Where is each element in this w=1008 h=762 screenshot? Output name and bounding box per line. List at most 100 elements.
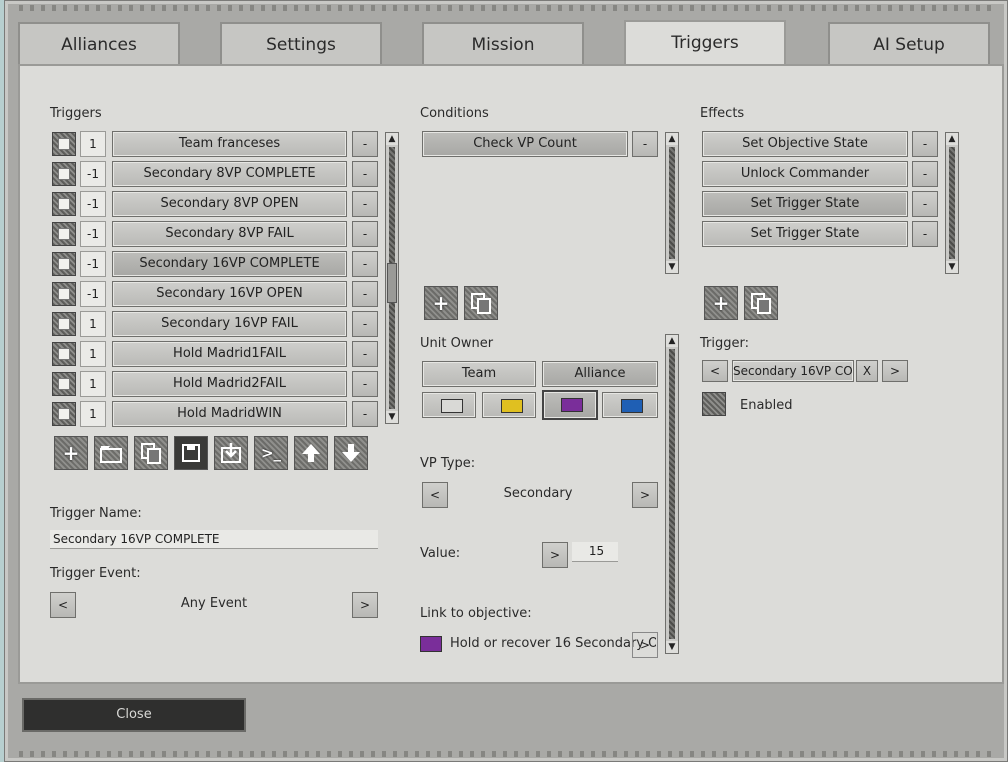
copy-condition-icon[interactable] bbox=[464, 286, 498, 320]
condition-detail-scrollbar[interactable]: ▲ ▼ bbox=[665, 334, 679, 654]
trigger-row-checkbox[interactable] bbox=[52, 372, 76, 396]
color-option-purple[interactable] bbox=[542, 390, 598, 420]
trigger-list-scrollbar[interactable]: ▲ ▼ bbox=[385, 132, 399, 424]
trigger-remove-button[interactable]: - bbox=[352, 281, 378, 307]
trigger-row-count: 1 bbox=[80, 131, 106, 157]
color-option-white[interactable] bbox=[422, 392, 476, 418]
trigger-event-prev-button[interactable]: < bbox=[50, 592, 76, 618]
trigger-row-checkbox[interactable] bbox=[52, 192, 76, 216]
owner-alliance-button[interactable]: Alliance bbox=[542, 361, 658, 387]
effect-trigger-next-button[interactable]: > bbox=[882, 360, 908, 382]
checkbox-box bbox=[58, 168, 70, 180]
trigger-row-count: 1 bbox=[80, 311, 106, 337]
color-option-blue[interactable] bbox=[602, 392, 658, 418]
effects-scrollbar[interactable]: ▲ ▼ bbox=[945, 132, 959, 274]
trigger-row-checkbox[interactable] bbox=[52, 252, 76, 276]
save-icon[interactable] bbox=[174, 436, 208, 470]
close-button[interactable]: Close bbox=[22, 698, 246, 732]
scroll-down-icon[interactable]: ▼ bbox=[386, 411, 398, 423]
copy-effect-icon[interactable] bbox=[744, 286, 778, 320]
value-input[interactable]: 15 bbox=[572, 542, 618, 562]
add-effect-icon[interactable]: + bbox=[704, 286, 738, 320]
tab-triggers[interactable]: Triggers bbox=[624, 20, 786, 66]
scroll-up-icon[interactable]: ▲ bbox=[946, 133, 958, 145]
trigger-row[interactable]: Secondary 8VP OPEN bbox=[112, 191, 347, 217]
effect-remove-button[interactable]: - bbox=[912, 131, 938, 157]
scroll-track[interactable] bbox=[949, 147, 955, 259]
console-icon[interactable]: >_ bbox=[254, 436, 288, 470]
effect-remove-button[interactable]: - bbox=[912, 161, 938, 187]
tab-mission[interactable]: Mission bbox=[422, 22, 584, 64]
trigger-row[interactable]: Secondary 8VP COMPLETE bbox=[112, 161, 347, 187]
effect-item[interactable]: Unlock Commander bbox=[702, 161, 908, 187]
scroll-track[interactable] bbox=[669, 349, 675, 639]
scroll-up-icon[interactable]: ▲ bbox=[666, 335, 678, 347]
effect-trigger-prev-button[interactable]: < bbox=[702, 360, 728, 382]
trigger-remove-button[interactable]: - bbox=[352, 311, 378, 337]
effect-remove-button[interactable]: - bbox=[912, 191, 938, 217]
color-option-yellow[interactable] bbox=[482, 392, 536, 418]
trigger-event-label: Trigger Event: bbox=[50, 566, 141, 581]
enabled-label: Enabled bbox=[740, 398, 793, 413]
trigger-row-checkbox[interactable] bbox=[52, 342, 76, 366]
tab-alliances[interactable]: Alliances bbox=[18, 22, 180, 64]
trigger-remove-button[interactable]: - bbox=[352, 401, 378, 427]
scroll-track[interactable] bbox=[669, 147, 675, 259]
effect-item[interactable]: Set Objective State bbox=[702, 131, 908, 157]
tab-settings[interactable]: Settings bbox=[220, 22, 382, 64]
trigger-row[interactable]: Secondary 16VP FAIL bbox=[112, 311, 347, 337]
add-condition-icon[interactable]: + bbox=[424, 286, 458, 320]
scroll-thumb[interactable] bbox=[387, 263, 397, 303]
trigger-row-checkbox[interactable] bbox=[52, 282, 76, 306]
trigger-row-checkbox[interactable] bbox=[52, 222, 76, 246]
enabled-checkbox[interactable] bbox=[702, 392, 726, 416]
scroll-down-icon[interactable]: ▼ bbox=[666, 641, 678, 653]
effect-remove-button[interactable]: - bbox=[912, 221, 938, 247]
import-icon[interactable] bbox=[214, 436, 248, 470]
arrow-up-icon[interactable] bbox=[294, 436, 328, 470]
trigger-row[interactable]: Secondary 16VP COMPLETE bbox=[112, 251, 347, 277]
arrow-down-icon[interactable] bbox=[334, 436, 368, 470]
scroll-up-icon[interactable]: ▲ bbox=[666, 133, 678, 145]
trigger-row-checkbox[interactable] bbox=[52, 132, 76, 156]
trigger-row-checkbox[interactable] bbox=[52, 312, 76, 336]
scroll-down-icon[interactable]: ▼ bbox=[666, 261, 678, 273]
condition-item[interactable]: Check VP Count bbox=[422, 131, 628, 157]
trigger-row[interactable]: Hold MadridWIN bbox=[112, 401, 347, 427]
trigger-remove-button[interactable]: - bbox=[352, 191, 378, 217]
trigger-row[interactable]: Team franceses bbox=[112, 131, 347, 157]
effect-trigger-value[interactable]: Secondary 16VP COMPLETE bbox=[732, 360, 854, 382]
trigger-row[interactable]: Hold Madrid1FAIL bbox=[112, 341, 347, 367]
effect-trigger-clear-button[interactable]: X bbox=[856, 360, 878, 382]
effect-item[interactable]: Set Trigger State bbox=[702, 221, 908, 247]
condition-remove-button[interactable]: - bbox=[632, 131, 658, 157]
copy-icon[interactable] bbox=[134, 436, 168, 470]
effects-heading: Effects bbox=[700, 106, 745, 121]
vp-type-prev-button[interactable]: < bbox=[422, 482, 448, 508]
conditions-scrollbar[interactable]: ▲ ▼ bbox=[665, 132, 679, 274]
trigger-remove-button[interactable]: - bbox=[352, 131, 378, 157]
trigger-remove-button[interactable]: - bbox=[352, 371, 378, 397]
trigger-row[interactable]: Secondary 16VP OPEN bbox=[112, 281, 347, 307]
trigger-remove-button[interactable]: - bbox=[352, 251, 378, 277]
scroll-down-icon[interactable]: ▼ bbox=[946, 261, 958, 273]
trigger-row-checkbox[interactable] bbox=[52, 162, 76, 186]
vp-type-next-button[interactable]: > bbox=[632, 482, 658, 508]
link-objective-next-button[interactable]: > bbox=[632, 632, 658, 658]
trigger-name-input[interactable]: Secondary 16VP COMPLETE bbox=[50, 530, 378, 549]
trigger-row[interactable]: Hold Madrid2FAIL bbox=[112, 371, 347, 397]
trigger-remove-button[interactable]: - bbox=[352, 221, 378, 247]
trigger-row[interactable]: Secondary 8VP FAIL bbox=[112, 221, 347, 247]
trigger-remove-button[interactable]: - bbox=[352, 161, 378, 187]
value-next-button[interactable]: > bbox=[542, 542, 568, 568]
scroll-up-icon[interactable]: ▲ bbox=[386, 133, 398, 145]
owner-team-button[interactable]: Team bbox=[422, 361, 536, 387]
trigger-row-checkbox[interactable] bbox=[52, 402, 76, 426]
tab-ai-setup[interactable]: AI Setup bbox=[828, 22, 990, 64]
effect-item[interactable]: Set Trigger State bbox=[702, 191, 908, 217]
trigger-name-label: Trigger Name: bbox=[50, 506, 142, 521]
folder-icon[interactable] bbox=[94, 436, 128, 470]
trigger-remove-button[interactable]: - bbox=[352, 341, 378, 367]
add-icon[interactable]: + bbox=[54, 436, 88, 470]
trigger-event-next-button[interactable]: > bbox=[352, 592, 378, 618]
